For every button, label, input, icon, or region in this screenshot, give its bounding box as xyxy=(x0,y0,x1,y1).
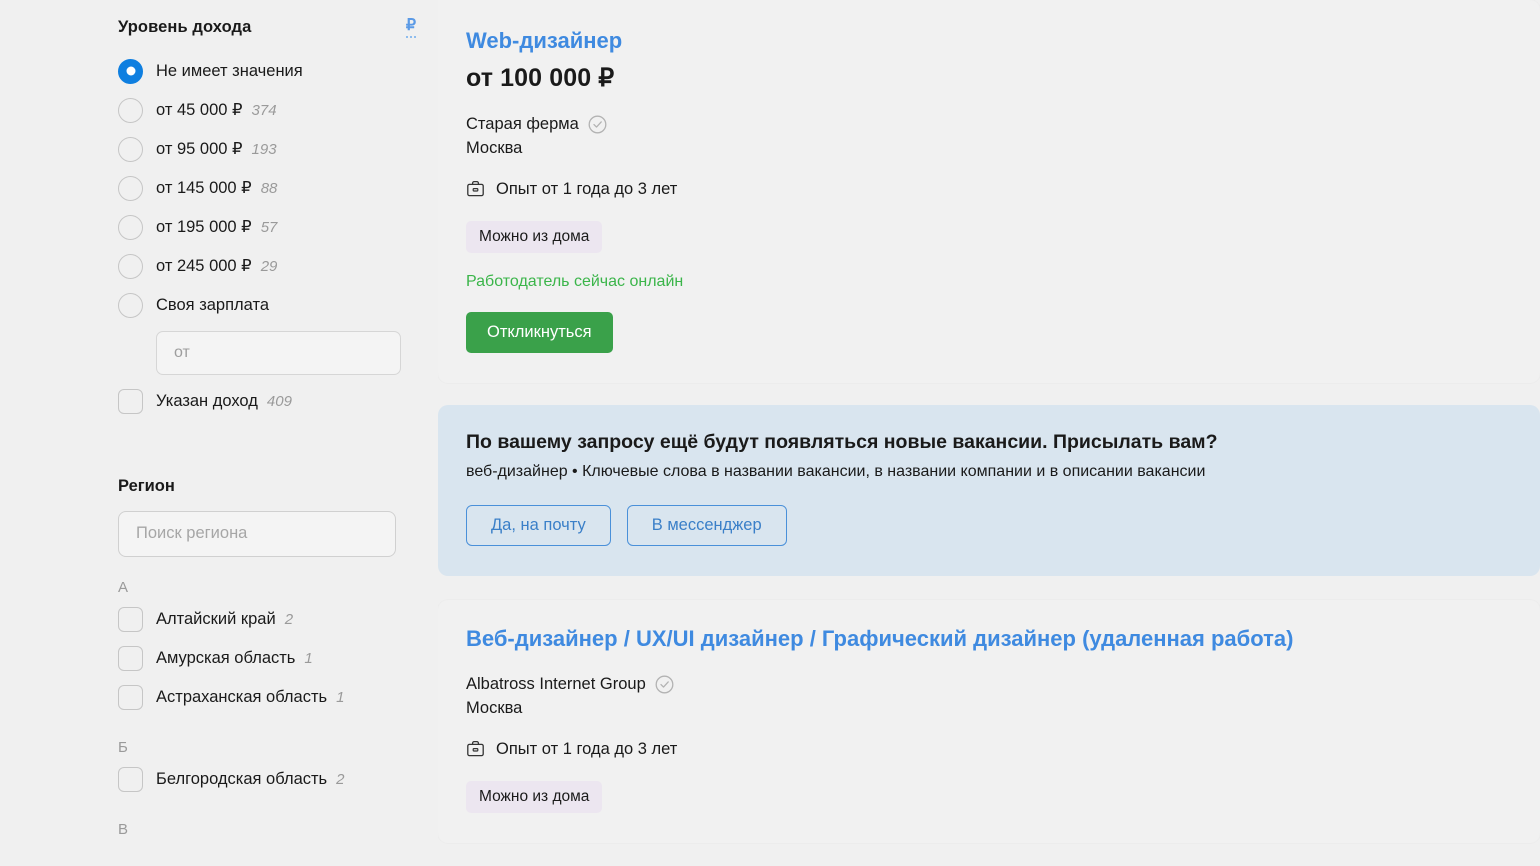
banner-subtitle: веб-дизайнер • Ключевые слова в названии… xyxy=(466,462,1206,480)
currency-selector[interactable]: ₽ xyxy=(405,17,416,38)
region-group-letter-a: А xyxy=(118,578,129,596)
vacancy-tag-remote: Можно из дома xyxy=(466,780,603,813)
income-option-95000[interactable]: от 95 000 ₽ 193 xyxy=(118,130,416,169)
region-search-input[interactable] xyxy=(118,510,396,557)
region-item-label: Амурская область xyxy=(156,648,296,667)
company-name-link[interactable]: Albatross Internet Group xyxy=(466,675,646,694)
experience-text: Опыт от 1 года до 3 лет xyxy=(496,739,678,758)
vacancy-city: Москва xyxy=(466,138,523,157)
checkbox-icon[interactable] xyxy=(118,766,143,792)
income-option-label: от 145 000 ₽ xyxy=(156,179,252,198)
region-item-belgorodskaya-oblast[interactable]: Белгородская область 2 xyxy=(118,760,416,799)
radio-icon[interactable] xyxy=(118,253,143,279)
vacancy-search-page: Уровень дохода ₽ Не имеет значения от 45… xyxy=(0,0,1540,866)
vacancy-card[interactable]: Веб-дизайнер / UX/UI дизайнер / Графичес… xyxy=(438,599,1540,843)
income-option-label: Своя зарплата xyxy=(156,295,270,314)
experience-line: Опыт от 1 года до 3 лет xyxy=(466,180,1512,199)
income-option-label: от 245 000 ₽ xyxy=(156,257,252,276)
income-option-count: 29 xyxy=(260,257,278,275)
income-option-count: 374 xyxy=(251,101,277,119)
income-option-label: от 45 000 ₽ xyxy=(156,101,243,120)
income-filter-header: Уровень дохода ₽ xyxy=(118,17,416,38)
income-option-45000[interactable]: от 45 000 ₽ 374 xyxy=(118,91,416,130)
subscribe-messenger-button[interactable]: В мессенджер xyxy=(626,504,787,546)
income-option-label: Не имеет значения xyxy=(156,61,303,80)
custom-salary-wrap xyxy=(118,330,416,375)
region-item-label: Алтайский край xyxy=(156,609,276,628)
company-name-link[interactable]: Старая ферма xyxy=(466,115,579,134)
region-item-label: Белгородская область xyxy=(156,769,328,788)
vacancy-city: Москва xyxy=(466,698,523,717)
verified-badge-icon xyxy=(588,115,607,134)
radio-icon[interactable] xyxy=(118,58,143,84)
filters-sidebar: Уровень дохода ₽ Не имеет значения от 45… xyxy=(0,0,438,866)
checkbox-icon[interactable] xyxy=(118,684,143,710)
apply-button[interactable]: Откликнуться xyxy=(466,311,613,353)
subscription-banner: По вашему запросу ещё будут появляться н… xyxy=(438,404,1540,576)
experience-text: Опыт от 1 года до 3 лет xyxy=(496,179,678,198)
region-item-count: 2 xyxy=(336,770,345,788)
income-option-195000[interactable]: от 195 000 ₽ 57 xyxy=(118,208,416,247)
company-line: Albatross Internet Group xyxy=(466,675,1512,694)
income-option-245000[interactable]: от 245 000 ₽ 29 xyxy=(118,247,416,286)
vacancy-results-list: Web-дизайнер от 100 000 ₽ Старая ферма М… xyxy=(438,0,1540,866)
company-line: Старая ферма xyxy=(466,115,1512,134)
region-item-count: 1 xyxy=(336,688,345,706)
checkbox-icon[interactable] xyxy=(118,388,143,414)
region-item-amurskaya-oblast[interactable]: Амурская область 1 xyxy=(118,639,416,678)
specified-income-checkbox-row[interactable]: Указан доход 409 xyxy=(118,382,416,421)
radio-icon[interactable] xyxy=(118,97,143,123)
custom-salary-input[interactable] xyxy=(156,330,401,375)
income-option-any[interactable]: Не имеет значения xyxy=(118,52,416,91)
briefcase-icon xyxy=(466,740,485,758)
vacancy-salary: от 100 000 ₽ xyxy=(466,63,615,92)
radio-icon[interactable] xyxy=(118,175,143,201)
vacancy-title-link[interactable]: Web-дизайнер xyxy=(466,28,622,55)
income-option-label: от 95 000 ₽ xyxy=(156,140,243,159)
region-item-count: 1 xyxy=(304,649,313,667)
checkbox-icon[interactable] xyxy=(118,645,143,671)
region-item-astrahanskaya-oblast[interactable]: Астраханская область 1 xyxy=(118,678,416,717)
employer-online-status: Работодатель сейчас онлайн xyxy=(466,272,684,290)
region-item-label: Астраханская область xyxy=(156,687,328,706)
radio-icon[interactable] xyxy=(118,292,143,318)
region-item-count: 2 xyxy=(284,610,294,628)
region-filter-title: Регион xyxy=(118,476,175,495)
income-option-count: 193 xyxy=(251,140,277,158)
radio-icon[interactable] xyxy=(118,214,143,240)
region-item-altaiskiy-kray[interactable]: Алтайский край 2 xyxy=(118,600,416,639)
income-filter-title: Уровень дохода xyxy=(118,18,252,36)
region-group-letter-v: В xyxy=(118,820,129,838)
region-group-letter-b: Б xyxy=(118,738,128,756)
vacancy-tag-remote: Можно из дома xyxy=(466,220,603,253)
income-option-custom[interactable]: Своя зарплата xyxy=(118,286,416,325)
specified-income-label: Указан доход xyxy=(156,391,258,410)
income-option-count: 88 xyxy=(260,179,278,197)
radio-icon[interactable] xyxy=(118,136,143,162)
verified-badge-icon xyxy=(655,675,674,694)
experience-line: Опыт от 1 года до 3 лет xyxy=(466,740,1512,759)
briefcase-icon xyxy=(466,180,485,198)
subscribe-email-button[interactable]: Да, на почту xyxy=(466,504,611,546)
checkbox-icon[interactable] xyxy=(118,606,143,632)
specified-income-count: 409 xyxy=(266,392,292,410)
income-option-label: от 195 000 ₽ xyxy=(156,218,252,237)
vacancy-card[interactable]: Web-дизайнер от 100 000 ₽ Старая ферма М… xyxy=(438,0,1540,383)
banner-actions: Да, на почту В мессенджер xyxy=(466,504,1512,546)
income-option-count: 57 xyxy=(260,218,278,236)
vacancy-title-link[interactable]: Веб-дизайнер / UX/UI дизайнер / Графичес… xyxy=(466,626,1293,653)
banner-title: По вашему запросу ещё будут появляться н… xyxy=(466,430,1218,453)
income-option-145000[interactable]: от 145 000 ₽ 88 xyxy=(118,169,416,208)
